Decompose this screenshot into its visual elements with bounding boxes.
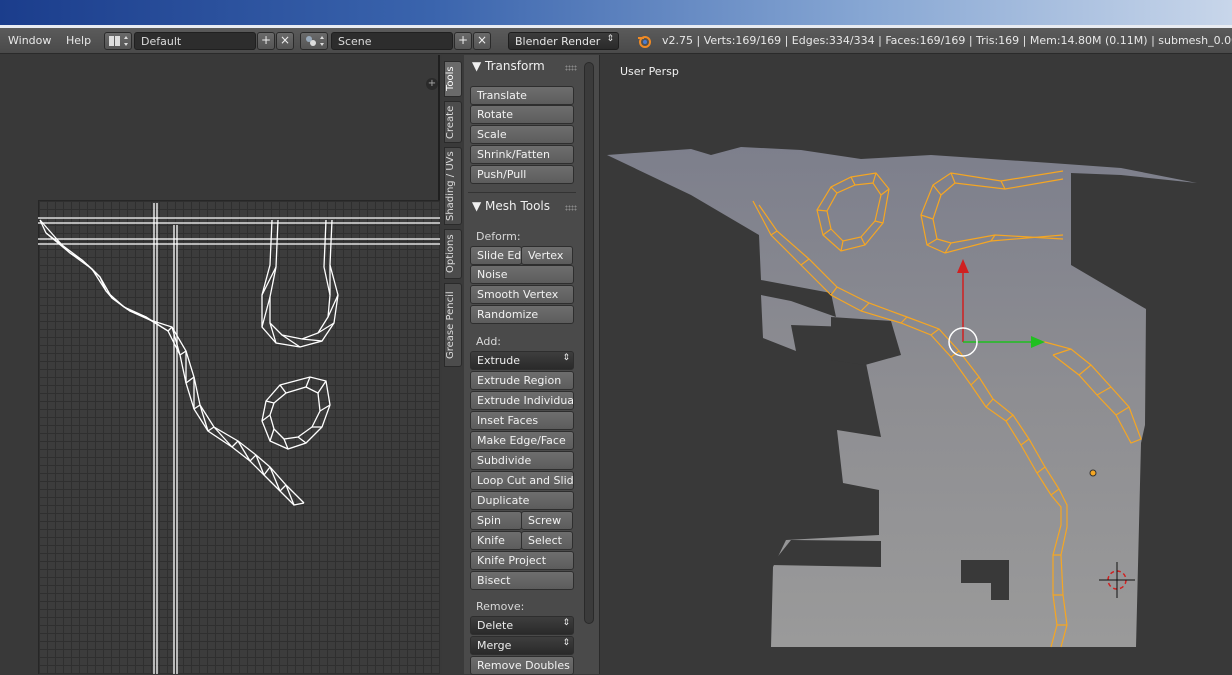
- extrude-region-button[interactable]: Extrude Region: [470, 371, 574, 390]
- make-edge-face-button[interactable]: Make Edge/Face: [470, 431, 574, 450]
- add-scene-button[interactable]: +: [454, 32, 472, 50]
- knife-project-button[interactable]: Knife Project: [470, 551, 574, 570]
- extrude-menu[interactable]: Extrude ⇕: [470, 351, 574, 370]
- remove-doubles-button[interactable]: Remove Doubles: [470, 656, 574, 675]
- loop-cut-button[interactable]: Loop Cut and Slide: [470, 471, 574, 490]
- knife-button[interactable]: Knife: [470, 531, 522, 550]
- duplicate-button[interactable]: Duplicate: [470, 491, 574, 510]
- translate-button[interactable]: Translate: [470, 86, 574, 105]
- panel-divider: [468, 192, 576, 193]
- tab-create[interactable]: Create: [444, 101, 462, 143]
- menu-arrows-icon: ⇕: [562, 618, 570, 628]
- remove-label: Remove:: [476, 600, 525, 613]
- slide-vertex-button[interactable]: Vertex: [521, 246, 573, 265]
- left-3d-viewport[interactable]: +: [0, 55, 440, 674]
- scene-field[interactable]: Scene: [331, 32, 453, 50]
- randomize-button[interactable]: Randomize: [470, 305, 574, 324]
- tab-tools[interactable]: Tools: [444, 61, 462, 97]
- slide-edge-button[interactable]: Slide Ed: [470, 246, 522, 265]
- inset-faces-button[interactable]: Inset Faces: [470, 411, 574, 430]
- add-screen-button[interactable]: +: [257, 32, 275, 50]
- select-arrows-icon: ⇕: [606, 34, 614, 44]
- extrude-individual-button[interactable]: Extrude Individual: [470, 391, 574, 410]
- blender-logo-icon: [636, 33, 652, 52]
- delete-menu[interactable]: Delete ⇕: [470, 616, 574, 635]
- tool-shelf-scrollbar[interactable]: [584, 62, 594, 624]
- delete-screen-button[interactable]: ×: [276, 32, 294, 50]
- transform-panel-header[interactable]: ▼ Transform: [472, 59, 545, 73]
- subdivide-button[interactable]: Subdivide: [470, 451, 574, 470]
- screen-layout-icon[interactable]: [104, 32, 132, 50]
- spin-button[interactable]: Spin: [470, 511, 522, 530]
- delete-scene-button[interactable]: ×: [473, 32, 491, 50]
- tab-shading-uvs[interactable]: Shading / UVs: [444, 147, 462, 225]
- window-title-bar: [0, 0, 1232, 28]
- object-origin-icon: [1089, 469, 1097, 477]
- scene-icon[interactable]: [300, 32, 328, 50]
- terrain-surface: [607, 147, 1197, 647]
- rotate-button[interactable]: Rotate: [470, 105, 574, 124]
- scene-statistics: v2.75 | Verts:169/169 | Edges:334/334 | …: [662, 34, 1232, 47]
- tab-grease-pencil[interactable]: Grease Pencil: [444, 283, 462, 367]
- tool-shelf-panel: ▼ Transform Translate Rotate Scale Shrin…: [464, 55, 600, 675]
- tab-options[interactable]: Options: [444, 229, 462, 279]
- menu-window[interactable]: Window: [8, 34, 51, 47]
- merge-menu[interactable]: Merge ⇕: [470, 636, 574, 655]
- bisect-button[interactable]: Bisect: [470, 571, 574, 590]
- noise-button[interactable]: Noise: [470, 265, 574, 284]
- screen-layout-field[interactable]: Default: [134, 32, 256, 50]
- render-engine-select[interactable]: Blender Render ⇕: [508, 32, 619, 50]
- scale-button[interactable]: Scale: [470, 125, 574, 144]
- shrink-fatten-button[interactable]: Shrink/Fatten: [470, 145, 574, 164]
- mesh-tools-panel-header[interactable]: ▼ Mesh Tools: [472, 199, 550, 213]
- terrain-mesh-view: [607, 147, 1197, 648]
- menu-help[interactable]: Help: [66, 34, 91, 47]
- mesh-tools-drag-grip-icon[interactable]: [565, 205, 577, 211]
- wireframe-mesh: [38, 203, 440, 674]
- screw-button[interactable]: Screw: [521, 511, 573, 530]
- add-label: Add:: [476, 335, 502, 348]
- push-pull-button[interactable]: Push/Pull: [470, 165, 574, 184]
- menu-arrows-icon: ⇕: [562, 353, 570, 363]
- transform-drag-grip-icon[interactable]: [565, 65, 577, 71]
- right-3d-viewport[interactable]: User Persp: [601, 55, 1232, 674]
- smooth-vertex-button[interactable]: Smooth Vertex: [470, 285, 574, 304]
- tool-shelf-tabs: Tools Create Shading / UVs Options Greas…: [442, 55, 464, 674]
- deform-label: Deform:: [476, 230, 521, 243]
- knife-select-button[interactable]: Select: [521, 531, 573, 550]
- menu-arrows-icon: ⇕: [562, 638, 570, 648]
- info-header: Window Help Default + × Scene + × Blende…: [0, 28, 1232, 54]
